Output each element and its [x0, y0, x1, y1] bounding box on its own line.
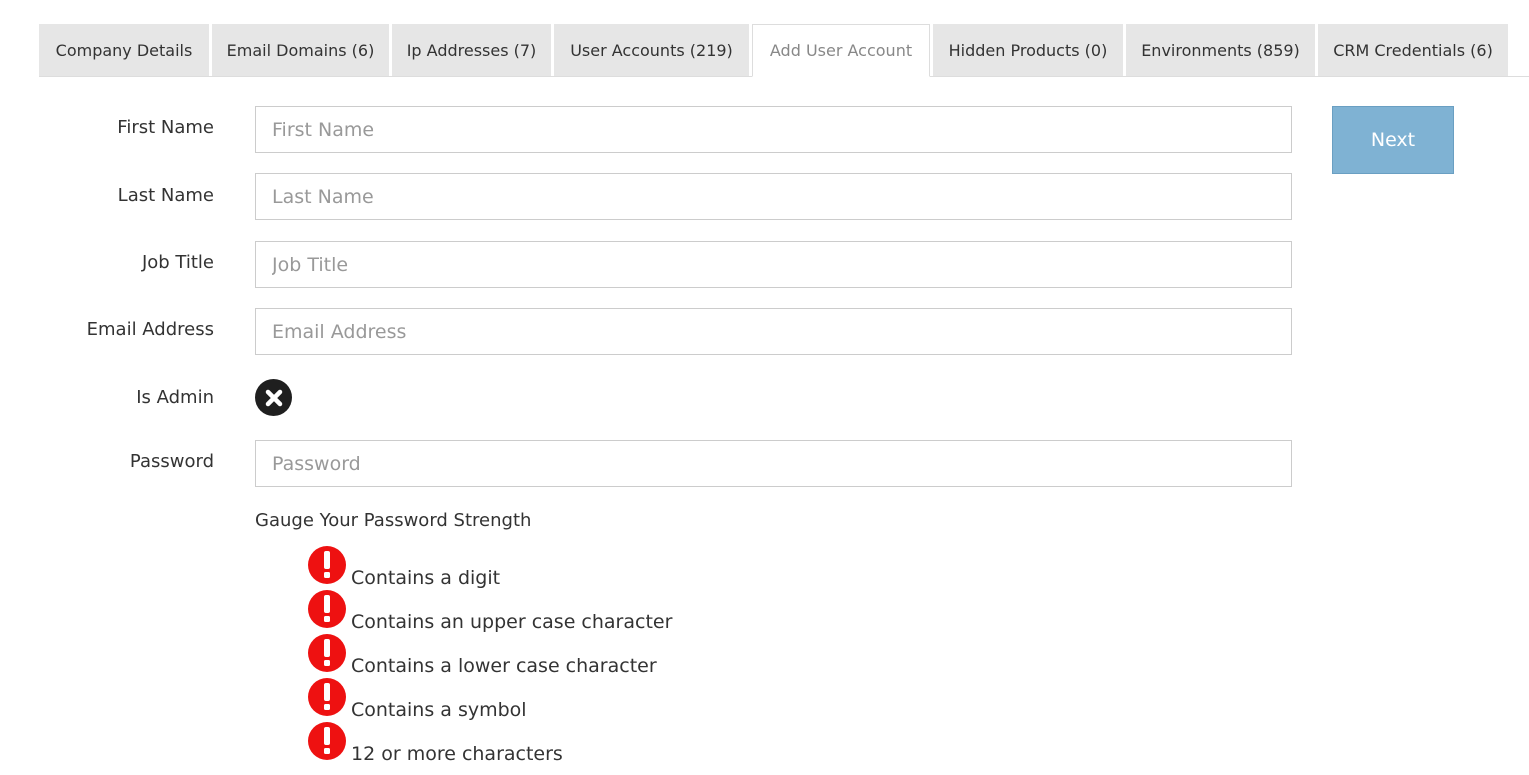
password-rule-text: Contains an upper case character: [351, 611, 673, 633]
exclamation-icon: [308, 590, 346, 628]
job-title-input[interactable]: [255, 241, 1292, 288]
is-admin-label: Is Admin: [136, 387, 214, 408]
password-rule: Contains a symbol: [308, 678, 527, 721]
password-input[interactable]: [255, 440, 1292, 487]
tab-company-details[interactable]: Company Details: [39, 24, 209, 76]
password-strength-title: Gauge Your Password Strength: [255, 510, 532, 531]
password-rule: Contains a lower case character: [308, 634, 657, 677]
password-rule: Contains a digit: [308, 546, 501, 589]
password-rule: Contains an upper case character: [308, 590, 673, 633]
job-title-label: Job Title: [141, 252, 214, 273]
next-button[interactable]: Next: [1332, 106, 1454, 174]
first-name-input[interactable]: [255, 106, 1292, 153]
tab-add-user-account[interactable]: Add User Account: [752, 24, 930, 77]
exclamation-icon: [308, 722, 346, 760]
tab-ip-addresses[interactable]: Ip Addresses (7): [392, 24, 551, 76]
tab-bar: Company Details Email Domains (6) Ip Add…: [39, 24, 1529, 77]
is-admin-toggle[interactable]: [255, 379, 292, 416]
tab-email-domains[interactable]: Email Domains (6): [212, 24, 389, 76]
x-circle-icon: [265, 389, 282, 406]
password-label: Password: [129, 451, 214, 472]
exclamation-icon: [308, 546, 346, 584]
exclamation-icon: [308, 634, 346, 672]
email-address-label: Email Address: [86, 319, 214, 340]
tab-crm-credentials[interactable]: CRM Credentials (6): [1318, 24, 1508, 76]
email-address-input[interactable]: [255, 308, 1292, 355]
password-rule-text: 12 or more characters: [351, 743, 563, 765]
password-rule-text: Contains a digit: [351, 567, 501, 589]
tab-user-accounts[interactable]: User Accounts (219): [554, 24, 749, 76]
first-name-label: First Name: [117, 117, 214, 138]
password-rule: 12 or more characters: [308, 722, 563, 765]
password-rule-text: Contains a lower case character: [351, 655, 657, 677]
password-rule-text: Contains a symbol: [351, 699, 527, 721]
tab-hidden-products[interactable]: Hidden Products (0): [933, 24, 1123, 76]
tab-environments[interactable]: Environments (859): [1126, 24, 1315, 76]
exclamation-icon: [308, 678, 346, 716]
last-name-label: Last Name: [117, 185, 214, 206]
last-name-input[interactable]: [255, 173, 1292, 220]
